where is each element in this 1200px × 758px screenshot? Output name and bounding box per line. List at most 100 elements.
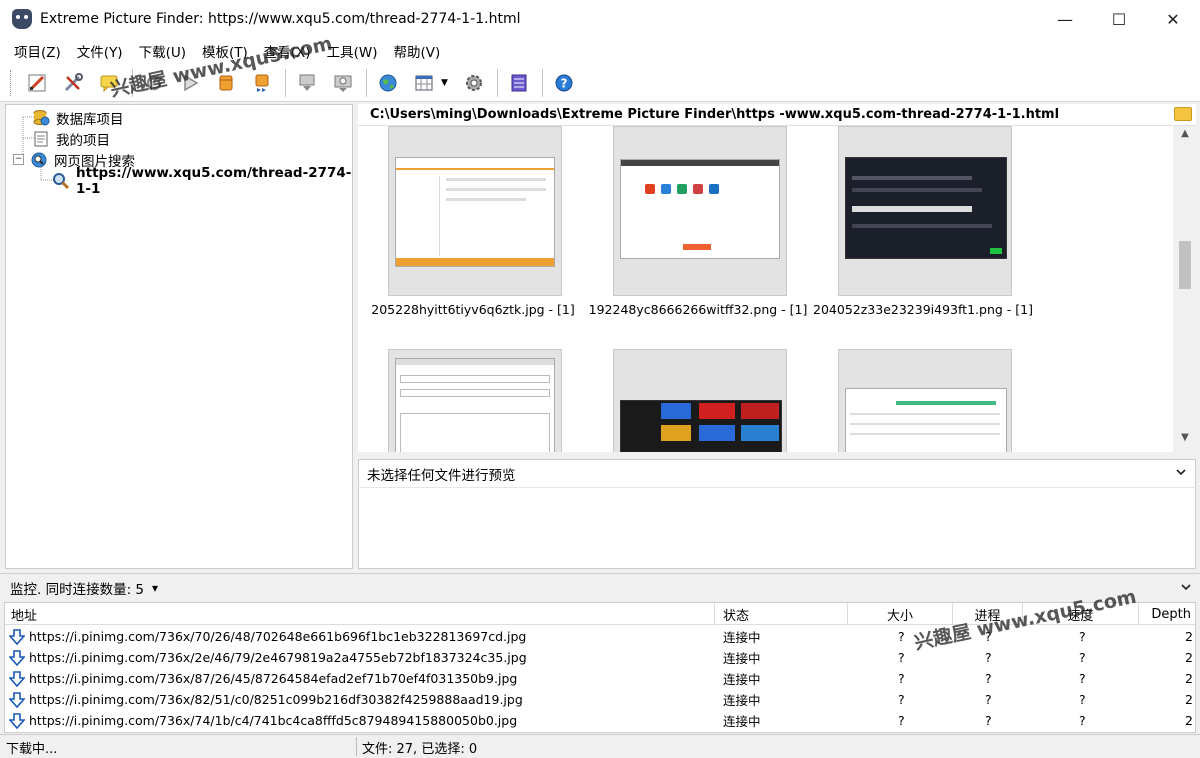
column-header-depth[interactable]: Depth [1139, 603, 1195, 625]
database-icon [32, 109, 50, 127]
scroll-up-icon[interactable]: ▲ [1174, 128, 1196, 146]
thumbnail[interactable] [838, 349, 1012, 452]
search-icon [52, 172, 70, 190]
thumbnail-image [845, 157, 1007, 259]
menu-file[interactable]: 文件(Y) [69, 41, 131, 61]
thumbnail-image [395, 157, 555, 267]
monitor-button[interactable] [328, 68, 358, 98]
web-button[interactable] [373, 68, 403, 98]
maximize-button[interactable]: ☐ [1092, 0, 1146, 38]
grid-view-icon [415, 75, 433, 90]
thumbnail[interactable] [838, 126, 1012, 296]
chevron-down-icon[interactable] [1180, 581, 1192, 596]
project-tree[interactable]: 数据库项目 我的项目 − 网页图片搜索 https://www.xqu5.com… [5, 104, 353, 569]
web-search-icon [30, 151, 48, 169]
thumbnail[interactable] [388, 126, 562, 296]
thumbnail[interactable] [613, 349, 787, 452]
table-row[interactable]: https://i.pinimg.com/736x/2e/46/79/2e467… [5, 647, 1195, 668]
row-size: ? [898, 671, 905, 686]
tree-item-database[interactable]: 数据库项目 [32, 107, 124, 128]
tree-item-label: 数据库项目 [56, 111, 124, 128]
row-size: ? [898, 692, 905, 707]
status-file-count: 文件: 27, 已选择: 0 [362, 742, 478, 757]
download-list-button[interactable] [292, 68, 322, 98]
minimize-button[interactable]: — [1038, 0, 1092, 38]
row-depth: 2 [1185, 713, 1193, 728]
column-header-size[interactable]: 大小 [848, 603, 953, 625]
toolbar-separator [542, 68, 543, 97]
row-url: https://i.pinimg.com/736x/2e/46/79/2e467… [29, 650, 527, 665]
monitor-icon [334, 75, 352, 92]
options-button[interactable] [459, 68, 489, 98]
project-settings-button[interactable] [58, 68, 88, 98]
row-status: 连接中 [723, 693, 761, 708]
row-status: 连接中 [723, 651, 761, 666]
menu-download[interactable]: 下载(U) [131, 41, 194, 61]
thumbnail-image [395, 358, 555, 452]
edit-icon [28, 74, 46, 91]
table-row[interactable]: https://i.pinimg.com/736x/82/51/c0/8251c… [5, 689, 1195, 710]
table-row[interactable]: https://i.pinimg.com/736x/74/1b/c4/741bc… [5, 710, 1195, 731]
row-status: 连接中 [723, 672, 761, 687]
column-header-url[interactable]: 地址 [5, 603, 715, 625]
thumbnail[interactable] [613, 126, 787, 296]
download-list-icon [299, 74, 315, 91]
status-divider [356, 737, 357, 756]
tree-item-label: https://www.xqu5.com/thread-2774-1-1 [76, 164, 352, 197]
svg-text:?: ? [561, 76, 568, 90]
thumbnail-grid[interactable]: 205228hyitt6tiyv6q6ztk.jpg - [1] 192248y… [358, 126, 1173, 452]
thumbnail-image [845, 388, 1007, 452]
slideshow-button[interactable] [504, 68, 534, 98]
row-url: https://i.pinimg.com/736x/82/51/c0/8251c… [29, 692, 523, 707]
row-url: https://i.pinimg.com/736x/70/26/48/70264… [29, 629, 527, 644]
row-depth: 2 [1185, 671, 1193, 686]
menu-project[interactable]: 项目(Z) [6, 41, 69, 61]
queue-icon [255, 74, 269, 92]
help-button[interactable]: ? [549, 68, 579, 98]
globe-icon [379, 74, 397, 91]
view-mode-button[interactable] [409, 68, 439, 98]
project-icon [32, 130, 50, 148]
folder-path-bar: C:\Users\ming\Downloads\Extreme Picture … [358, 104, 1196, 126]
edit-project-button[interactable] [22, 68, 52, 98]
thumbnail-scrollbar[interactable]: ▲ ▼ [1174, 126, 1196, 452]
row-url: https://i.pinimg.com/736x/74/1b/c4/741bc… [29, 713, 518, 728]
window-title: Extreme Picture Finder: https://www.xqu5… [40, 11, 521, 27]
tree-collapse-toggle[interactable]: − [13, 154, 24, 165]
thumbnail-caption: 204052z33e23239i493ft1.png - [1] [813, 302, 1033, 317]
table-row[interactable]: https://i.pinimg.com/736x/87/26/45/87264… [5, 668, 1195, 689]
row-speed: ? [1079, 650, 1086, 665]
view-mode-dropdown[interactable]: ▼ [441, 78, 451, 88]
chevron-down-icon[interactable] [1175, 466, 1187, 481]
thumbnail-image [620, 400, 782, 452]
row-depth: 2 [1185, 692, 1193, 707]
tools-icon [64, 72, 83, 91]
row-progress: ? [985, 692, 992, 707]
row-progress: ? [985, 713, 992, 728]
column-header-status[interactable]: 状态 [715, 603, 848, 625]
row-progress: ? [985, 671, 992, 686]
scrollbar-thumb[interactable] [1179, 241, 1191, 289]
connections-dropdown[interactable]: ▾ [152, 581, 158, 595]
row-speed: ? [1079, 713, 1086, 728]
title-bar: Extreme Picture Finder: https://www.xqu5… [0, 0, 1200, 38]
close-button[interactable]: ✕ [1146, 0, 1200, 38]
tree-item-my-projects[interactable]: 我的项目 [32, 128, 110, 149]
scroll-down-icon[interactable]: ▼ [1174, 432, 1196, 450]
row-size: ? [898, 713, 905, 728]
tree-item-current-search[interactable]: https://www.xqu5.com/thread-2774-1-1 [52, 165, 352, 197]
toolbar-grip[interactable] [10, 69, 14, 96]
filmstrip-icon [511, 74, 527, 91]
preview-header[interactable]: 未选择任何文件进行预览 [358, 459, 1196, 487]
help-icon: ? [555, 74, 573, 91]
thumbnail[interactable] [388, 349, 562, 452]
folder-path: C:\Users\ming\Downloads\Extreme Picture … [370, 107, 1060, 122]
row-size: ? [898, 650, 905, 665]
preview-label: 未选择任何文件进行预览 [367, 467, 516, 484]
toolbar-separator [285, 68, 286, 97]
status-downloading: 下载中... [6, 742, 58, 757]
open-folder-icon[interactable] [1174, 107, 1192, 121]
thumbnail-caption: 205228hyitt6tiyv6q6ztk.jpg - [1] [371, 302, 575, 317]
gear-icon [466, 74, 482, 91]
menu-help[interactable]: 帮助(V) [385, 41, 448, 61]
